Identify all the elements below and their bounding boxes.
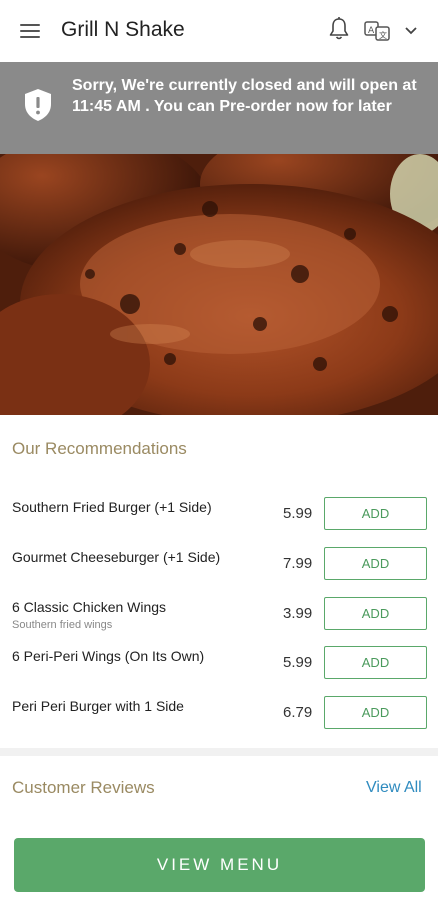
- item-price: 5.99: [283, 505, 313, 522]
- language-selector[interactable]: A 文: [364, 18, 426, 44]
- add-button[interactable]: ADD: [324, 696, 427, 729]
- add-button[interactable]: ADD: [324, 646, 427, 679]
- recommendations-title: Our Recommendations: [12, 439, 187, 458]
- item-description: Southern fried wings: [12, 619, 113, 631]
- view-all-link[interactable]: View All: [366, 779, 422, 797]
- item-price: 3.99: [283, 605, 313, 622]
- bell-icon[interactable]: [327, 16, 351, 42]
- chevron-down-icon: [405, 27, 417, 35]
- item-name: Peri Peri Burger with 1 Side: [12, 698, 184, 714]
- translate-icon: A 文: [364, 21, 390, 41]
- view-menu-button[interactable]: VIEW MENU: [14, 838, 425, 892]
- item-price: 7.99: [283, 555, 313, 572]
- closed-banner: Sorry, We're currently closed and will o…: [0, 62, 438, 154]
- add-button[interactable]: ADD: [324, 547, 427, 580]
- item-name: 6 Classic Chicken Wings: [12, 599, 167, 615]
- section-divider: [0, 748, 438, 756]
- reviews-title: Customer Reviews: [12, 778, 155, 797]
- hero-food-image: [0, 154, 438, 415]
- app-title: Grill N Shake: [61, 18, 185, 41]
- hamburger-menu-icon[interactable]: [20, 22, 42, 40]
- item-name: 6 Peri-Peri Wings (On Its Own): [12, 648, 205, 664]
- app-bar: Grill N Shake A 文: [0, 0, 438, 62]
- shield-alert-icon: [24, 88, 52, 122]
- recommendations-section: Our Recommendations Southern Fried Burge…: [0, 415, 438, 748]
- closed-message: Sorry, We're currently closed and will o…: [72, 77, 417, 115]
- svg-text:文: 文: [379, 30, 387, 40]
- svg-text:A: A: [368, 26, 375, 36]
- item-price: 5.99: [283, 654, 313, 671]
- item-price: 6.79: [283, 704, 313, 721]
- item-name: Gourmet Cheeseburger (+1 Side): [12, 549, 221, 565]
- add-button[interactable]: ADD: [324, 597, 427, 630]
- add-button[interactable]: ADD: [324, 497, 427, 530]
- item-name: Southern Fried Burger (+1 Side): [12, 499, 212, 515]
